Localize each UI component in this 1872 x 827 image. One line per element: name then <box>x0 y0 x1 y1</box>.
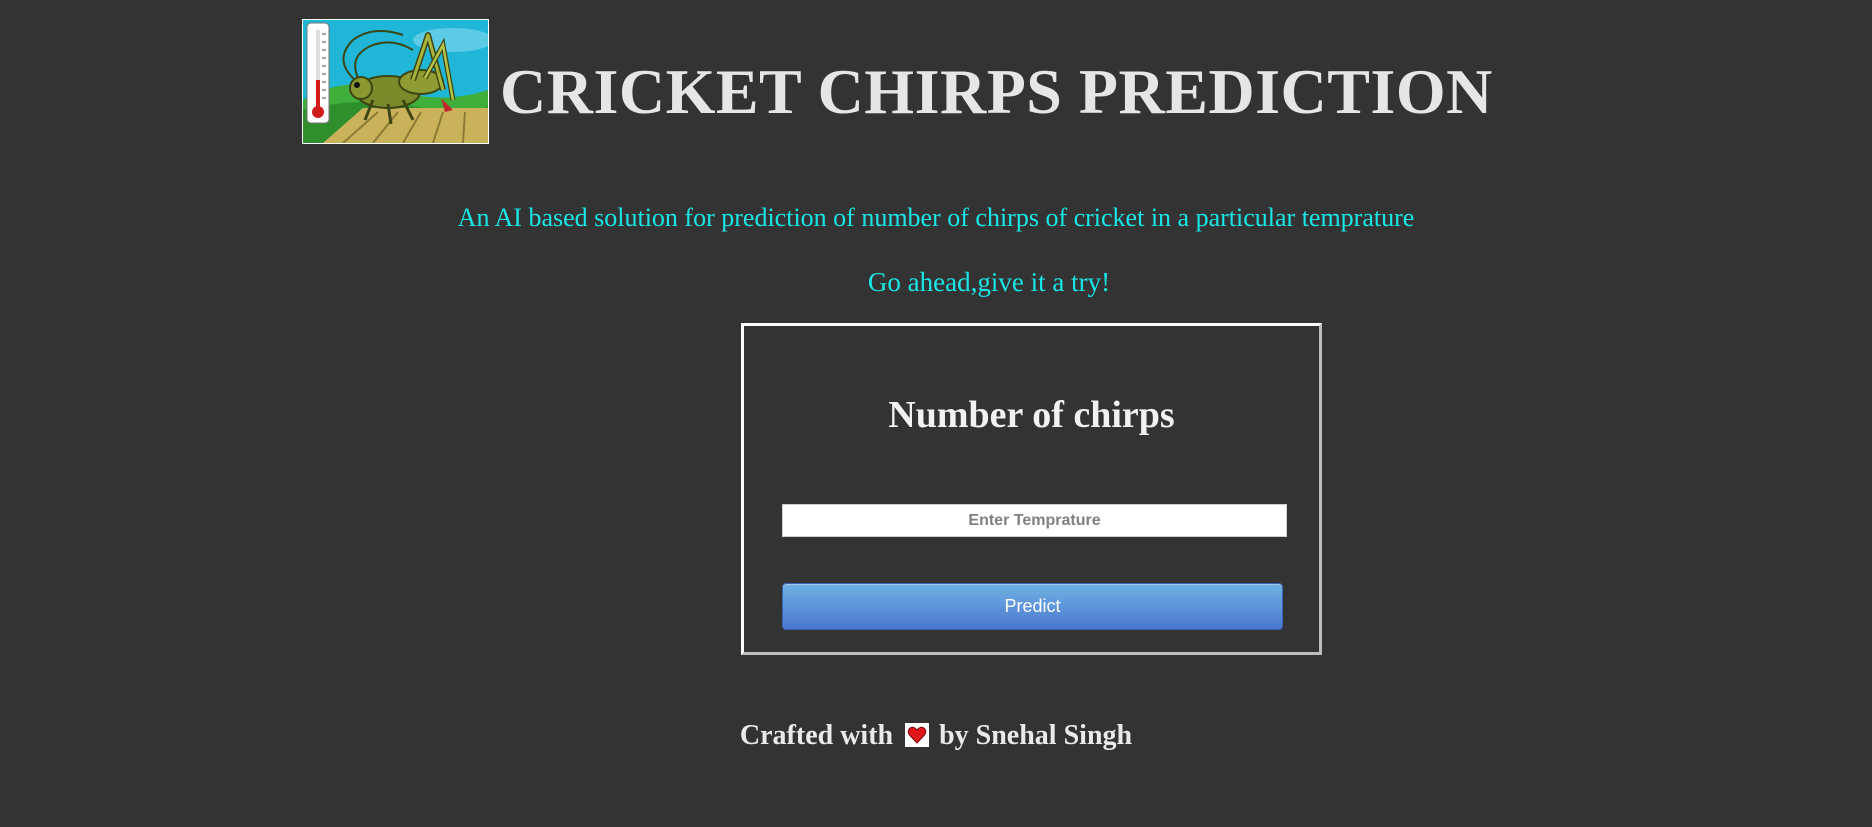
heart-icon <box>905 723 930 747</box>
tagline-text: An AI based solution for prediction of n… <box>457 203 1415 232</box>
call-to-action-text: Go ahead,give it a try! <box>867 267 1111 297</box>
page-title: CRICKET CHIRPS PREDICTION <box>500 56 1493 127</box>
cricket-logo-image <box>302 19 489 144</box>
footer-author: by Snehal Singh <box>939 720 1133 751</box>
predict-button[interactable]: Predict <box>782 583 1283 630</box>
cricket-thermometer-icon <box>303 20 488 143</box>
page: CRICKET CHIRPS PREDICTION An AI based so… <box>0 0 1872 827</box>
prediction-form-card: Number of chirps Predict <box>741 323 1322 655</box>
temperature-input[interactable] <box>782 504 1287 537</box>
footer-prefix: Crafted with <box>739 720 894 751</box>
form-title: Number of chirps <box>888 394 1175 436</box>
footer-credit: Crafted with by Snehal Singh <box>0 722 1872 750</box>
